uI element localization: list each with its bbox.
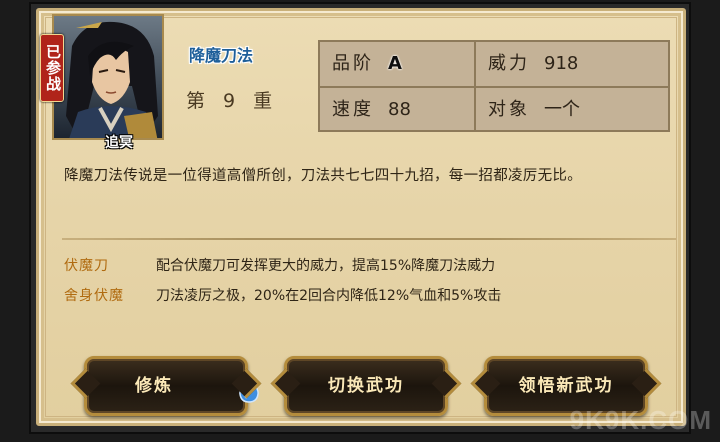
stat-target: 对象 一个: [488, 88, 580, 132]
section-divider: [62, 238, 676, 240]
skill-description: 降魔刀法传说是一位得道高僧所创，刀法共七七四十九招，每一招都凌厉无比。: [64, 168, 582, 184]
train-button-label: 修炼: [135, 376, 173, 396]
combo-text: 配合伏魔刀可发挥更大的威力，提高15%降魔刀法威力: [156, 258, 496, 274]
stat-speed-label: 速度: [332, 99, 374, 120]
water-drop-icon: [239, 375, 259, 403]
stat-power-label: 威力: [488, 53, 530, 74]
stat-grade-label: 品阶: [332, 53, 374, 74]
combo-text: 刀法凌厉之极，20%在2回合内降低12%气血和5%攻击: [156, 288, 502, 304]
stat-power: 威力 918: [488, 42, 578, 86]
character-illustration: [66, 21, 158, 138]
stat-grade: 品阶 A: [332, 42, 402, 86]
character-name: 追冥: [105, 135, 133, 151]
watermark: 9K9K.COM: [569, 405, 712, 435]
combo-row: 舍身伏魔 刀法凌厉之极，20%在2回合内降低12%气血和5%攻击: [64, 286, 501, 306]
skill-name: 降魔刀法: [189, 46, 254, 65]
stat-target-label: 对象: [488, 99, 530, 120]
in-battle-badge: 已参战: [40, 34, 64, 102]
skill-stats-grid: 品阶 A 威力 918 速度 88 对象 一个: [318, 40, 670, 132]
stat-grade-value: A: [388, 53, 402, 74]
stat-speed: 速度 88: [332, 88, 411, 132]
combo-name: 伏魔刀: [64, 258, 109, 274]
stat-speed-value: 88: [388, 99, 411, 120]
combo-name: 舍身伏魔: [64, 288, 124, 304]
switch-skill-button[interactable]: 切换武功: [284, 356, 448, 416]
train-button[interactable]: 修炼: [84, 356, 259, 416]
skill-level: 第 9 重: [186, 90, 279, 112]
combo-row: 伏魔刀 配合伏魔刀可发挥更大的威力，提高15%降魔刀法威力: [64, 256, 495, 276]
stat-target-value: 一个: [544, 99, 580, 120]
character-portrait[interactable]: [52, 14, 164, 140]
stat-power-value: 918: [544, 53, 579, 74]
